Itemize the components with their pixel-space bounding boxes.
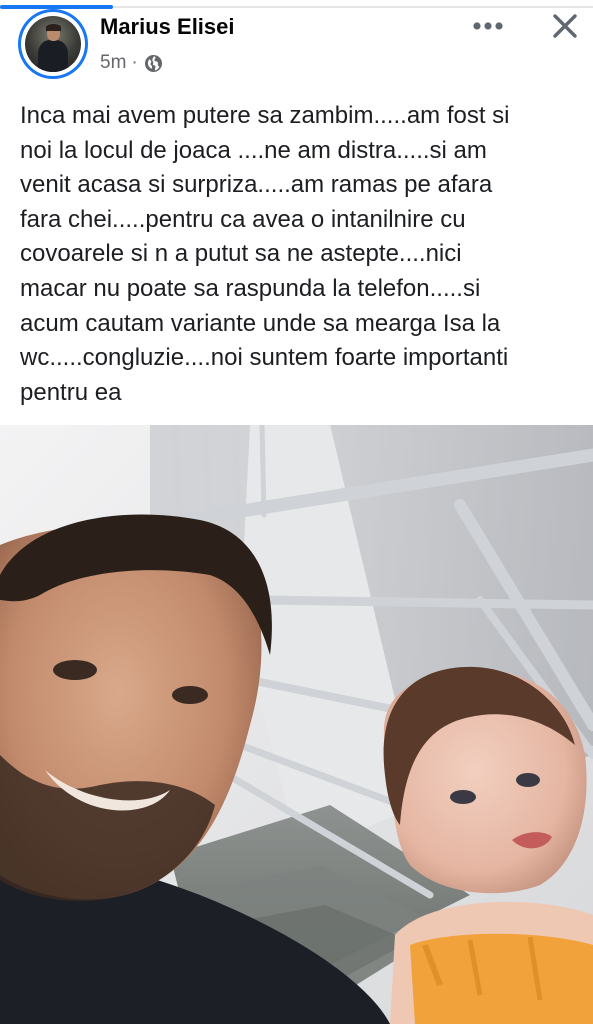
post-text-line: covoarele si n a putut sa ne astepte....… [20, 240, 462, 268]
avatar-photo [25, 16, 81, 72]
meta-separator: · [131, 52, 138, 73]
post-text-line: pentru ea [20, 378, 122, 406]
post-text-line: fara chei.....pentru ca avea o intanilni… [20, 205, 466, 233]
post-photo[interactable] [0, 425, 593, 1024]
author-name[interactable]: Marius Elisei [100, 14, 235, 40]
post-text-line: acum cautam variante unde sa mearga Isa … [20, 309, 501, 337]
close-button[interactable] [546, 8, 584, 44]
post-text: Inca mai avem putere sa zambim.....am fo… [20, 99, 580, 410]
post-header: Marius Elisei 5m · [0, 8, 593, 82]
post-text-line: Inca mai avem putere sa zambim.....am fo… [20, 102, 510, 129]
more-options-button[interactable] [466, 8, 510, 44]
post-text-line: wc.....congluzie....noi suntem foarte im… [20, 344, 509, 372]
post-meta: 5m · [100, 51, 163, 75]
more-options-icon [473, 22, 503, 30]
facebook-post-screen: Marius Elisei 5m · Inca mai avem putere … [0, 0, 593, 1024]
close-icon [553, 14, 577, 38]
selfie-photo-illustration [0, 425, 593, 1024]
globe-icon[interactable] [144, 54, 163, 73]
avatar[interactable] [21, 12, 85, 76]
post-timestamp[interactable]: 5m [100, 52, 126, 74]
post-text-line: macar nu poate sa raspunda la telefon...… [20, 274, 481, 302]
post-text-line: venit acasa si surpriza.....am ramas pe … [20, 171, 493, 199]
post-text-line: noi la locul de joaca ....ne am distra..… [20, 136, 487, 164]
